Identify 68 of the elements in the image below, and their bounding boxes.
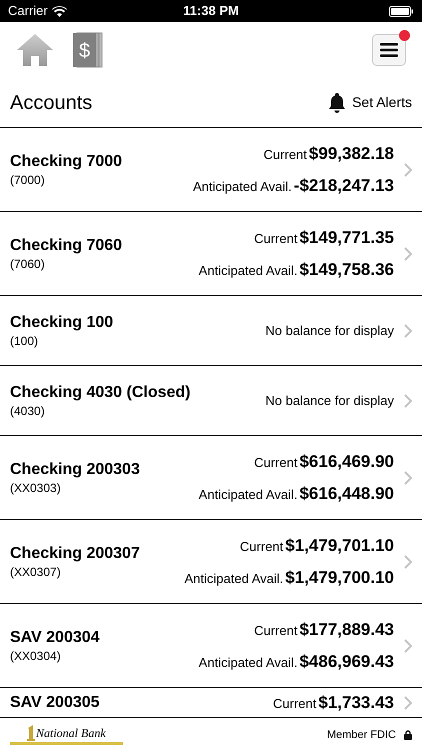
account-name: Checking 200307	[10, 544, 141, 564]
balance-label: Anticipated Avail.	[184, 570, 284, 588]
account-number: (7060)	[10, 256, 46, 272]
balance-amount: $99,382.18	[308, 143, 394, 165]
chevron-right-icon	[404, 246, 412, 260]
no-balance-text: No balance for display	[265, 392, 394, 410]
balance-amount: $1,479,701.10	[285, 535, 394, 557]
balance-label: Current	[254, 230, 298, 248]
account-name: Checking 4030 (Closed)	[10, 382, 192, 402]
account-row[interactable]: Checking 200307 (XX0307) Current$1,479,701.10 Anticipated Avail.$1,479,700.10	[0, 520, 422, 604]
account-number: (100)	[10, 332, 40, 348]
logo-mark-icon	[26, 725, 35, 741]
account-name: Checking 100	[10, 312, 114, 332]
balance-label: Anticipated Avail.	[198, 262, 298, 280]
account-number: (XX0307)	[10, 564, 62, 580]
balance-label: Anticipated Avail.	[198, 654, 298, 672]
balance-amount: $149,771.35	[299, 227, 394, 249]
menu-icon	[380, 43, 398, 57]
fdic-text: Member FDIC	[326, 728, 396, 743]
account-number: (4030)	[10, 402, 46, 418]
battery-icon	[389, 6, 414, 16]
balance-label: Anticipated Avail.	[198, 486, 298, 504]
set-alerts-button[interactable]: Set Alerts	[328, 92, 412, 113]
home-icon[interactable]	[16, 33, 54, 67]
bell-icon	[328, 92, 346, 112]
chevron-right-icon	[404, 394, 412, 408]
bank-name: National Bank	[36, 725, 106, 741]
balance-amount: $616,448.90	[299, 482, 394, 504]
account-row[interactable]: Checking 100 (100) No balance for display	[0, 296, 422, 366]
account-number: (XX0304)	[10, 648, 62, 664]
balance-amount: $1,733.43	[318, 692, 394, 714]
account-row[interactable]: Checking 200303 (XX0303) Current$616,469.90 Anticipated Avail.$616,448.90	[0, 436, 422, 520]
balance-label: Current	[273, 694, 316, 713]
account-row[interactable]: Checking 4030 (Closed) (4030) No balance for display	[0, 366, 422, 436]
page-title: Accounts	[10, 90, 94, 116]
account-name: SAV 200304	[10, 628, 101, 648]
balance-label: Current	[254, 454, 298, 472]
account-name: SAV 200305	[10, 692, 101, 712]
balance-label: Anticipated Avail.	[193, 178, 292, 196]
account-name: Checking 200303	[10, 460, 141, 480]
chevron-right-icon	[404, 554, 412, 568]
account-row[interactable]: SAV 200305 Current$1,733.43	[0, 688, 422, 718]
account-number: (XX0303)	[10, 480, 62, 496]
wifi-icon	[52, 6, 67, 16]
chevron-right-icon	[404, 324, 412, 338]
account-row[interactable]: Checking 7060 (7060) Current$149,771.35 Anticipated Avail.$149,758.36	[0, 212, 422, 296]
lock-icon	[404, 730, 412, 740]
carrier-text: Carrier	[8, 2, 48, 20]
chevron-right-icon	[404, 696, 412, 710]
balance-amount: $149,758.36	[299, 258, 394, 280]
account-row[interactable]: SAV 200304 (XX0304) Current$177,889.43 Anticipated Avail.$486,969.43	[0, 604, 422, 688]
chevron-right-icon	[404, 162, 412, 176]
balance-amount: $486,969.43	[299, 650, 394, 672]
balance-amount: $1,479,700.10	[285, 566, 394, 588]
account-number: (7000)	[10, 172, 46, 188]
balance-amount: $616,469.90	[299, 451, 394, 473]
balance-amount: -$218,247.13	[294, 174, 394, 196]
account-row[interactable]: Checking 7000 (7000) Current$99,382.18 Anticipated Avail.-$218,247.13	[0, 128, 422, 212]
account-name: Checking 7000	[10, 152, 124, 172]
chevron-right-icon	[404, 470, 412, 484]
balance-label: Current	[240, 538, 284, 556]
time-text: 11:38 PM	[183, 2, 239, 20]
no-balance-text: No balance for display	[265, 322, 394, 340]
balance-amount: $177,889.43	[299, 619, 394, 641]
balance-label: Current	[254, 622, 298, 640]
account-name: Checking 7060	[10, 236, 124, 256]
balance-label: Current	[264, 146, 307, 164]
chevron-right-icon	[404, 638, 412, 652]
